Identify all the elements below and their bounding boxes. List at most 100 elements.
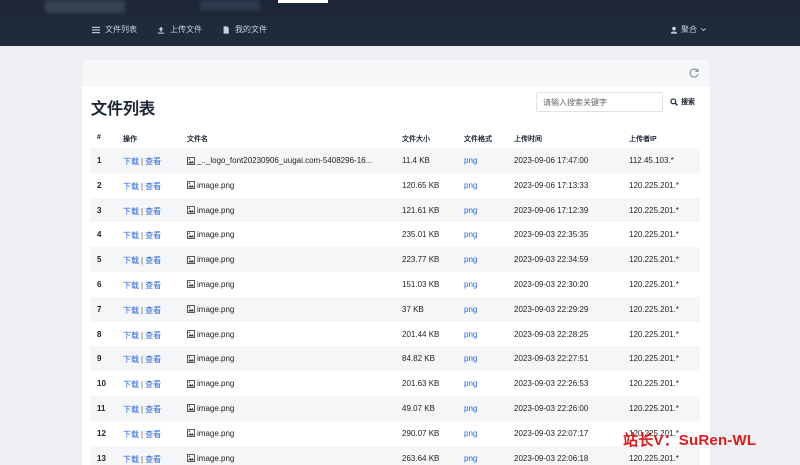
view-link[interactable]: 查看 <box>145 355 161 364</box>
search-input[interactable] <box>536 92 663 112</box>
file-name[interactable]: image.png <box>187 429 234 438</box>
nav-item-label: 文件列表 <box>105 25 137 34</box>
upload-time: 2023-09-06 17:47:00 <box>514 156 589 165</box>
download-link[interactable]: 下载 <box>123 355 139 364</box>
file-name[interactable]: image.png <box>187 330 234 339</box>
uploader-ip: 120.225.201.* <box>629 453 679 463</box>
image-file-icon <box>187 305 195 314</box>
search-icon <box>670 98 678 106</box>
action-separator: | <box>141 404 144 414</box>
view-link[interactable]: 查看 <box>145 256 161 265</box>
table-row: 5 下载 | 查看 image.png 223.77 KB png 2023-09-03 22… <box>90 247 700 272</box>
file-name-text: _.._logo_font20230906_uugai.com-5408296-… <box>197 156 373 165</box>
file-size: 223.77 KB <box>402 255 440 265</box>
table-row: 12 下载 | 查看 image.png 290.07 KB png 2023-09-03 2… <box>90 421 700 446</box>
uploader-ip: 120.225.201.* <box>629 379 679 389</box>
view-link[interactable]: 查看 <box>145 182 161 191</box>
view-link[interactable]: 查看 <box>145 157 161 166</box>
column-header-filename: 文件名 <box>187 136 208 143</box>
file-name[interactable]: image.png <box>187 379 234 388</box>
file-name[interactable]: image.png <box>187 280 234 289</box>
nav-item-my-files[interactable]: 我的文件 <box>222 24 267 35</box>
view-link[interactable]: 查看 <box>145 430 161 439</box>
image-file-icon <box>187 230 195 239</box>
refresh-icon[interactable] <box>688 67 700 79</box>
download-link[interactable]: 下载 <box>123 231 139 240</box>
file-name[interactable]: image.png <box>187 230 234 239</box>
row-number: 13 <box>97 453 106 463</box>
download-link[interactable]: 下载 <box>123 281 139 290</box>
row-actions: 下载 | 查看 <box>123 429 161 440</box>
action-separator: | <box>141 256 144 266</box>
row-number: 6 <box>97 279 102 289</box>
watermark: 站长V：SuRen-WL <box>623 432 757 449</box>
upload-time: 2023-09-03 22:35:35 <box>514 230 589 240</box>
download-link[interactable]: 下载 <box>123 331 139 340</box>
download-link[interactable]: 下载 <box>123 380 139 389</box>
file-size: 201.63 KB <box>402 379 440 389</box>
view-link[interactable]: 查看 <box>145 405 161 414</box>
file-format: png <box>464 156 478 165</box>
file-name[interactable]: image.png <box>187 206 234 215</box>
download-link[interactable]: 下载 <box>123 306 139 315</box>
row-actions: 下载 | 查看 <box>123 454 161 465</box>
image-file-icon <box>187 429 195 438</box>
file-icon <box>223 25 229 34</box>
action-separator: | <box>141 454 144 464</box>
card-header <box>82 60 710 86</box>
upload-time: 2023-09-03 22:07:17 <box>514 428 589 438</box>
file-format: png <box>464 453 478 463</box>
row-number: 1 <box>97 156 102 165</box>
header-accent <box>278 0 328 3</box>
action-separator: | <box>141 380 144 390</box>
table-row: 2 下载 | 查看 image.png 120.65 KB png 2023-09-06 17… <box>90 173 700 198</box>
file-name[interactable]: image.png <box>187 305 234 314</box>
blurred-text <box>200 0 260 10</box>
image-file-icon <box>187 280 195 289</box>
download-link[interactable]: 下载 <box>123 455 139 464</box>
table-header: # 操作 文件名 文件大小 文件格式 上传时间 上传者IP <box>90 128 700 148</box>
main-nav: 文件列表 上传文件 我的文件 聚合 <box>0 16 800 46</box>
nav-item-file-list[interactable]: 文件列表 <box>92 24 137 35</box>
download-link[interactable]: 下载 <box>123 207 139 216</box>
file-name[interactable]: image.png <box>187 181 234 190</box>
file-name[interactable]: _.._logo_font20230906_uugai.com-5408296-… <box>187 156 372 165</box>
view-link[interactable]: 查看 <box>145 331 161 340</box>
file-name[interactable]: image.png <box>187 454 234 463</box>
file-name[interactable]: image.png <box>187 255 234 264</box>
view-link[interactable]: 查看 <box>145 306 161 315</box>
row-actions: 下载 | 查看 <box>123 206 161 217</box>
download-link[interactable]: 下载 <box>123 430 139 439</box>
file-size: 263.64 KB <box>402 453 440 463</box>
file-name-text: image.png <box>197 255 235 265</box>
view-link[interactable]: 查看 <box>145 231 161 240</box>
view-link[interactable]: 查看 <box>145 380 161 389</box>
file-size: 84.82 KB <box>402 354 435 364</box>
action-separator: | <box>141 429 144 439</box>
file-size: 37 KB <box>402 304 424 314</box>
upload-time: 2023-09-03 22:26:53 <box>514 379 589 389</box>
uploader-ip: 120.225.201.* <box>629 403 679 413</box>
list-icon <box>92 26 100 33</box>
view-link[interactable]: 查看 <box>145 281 161 290</box>
row-actions: 下载 | 查看 <box>123 230 161 241</box>
file-name[interactable]: image.png <box>187 354 234 363</box>
download-link[interactable]: 下载 <box>123 405 139 414</box>
file-size: 151.03 KB <box>402 279 440 289</box>
search-button[interactable]: 搜索 <box>670 97 695 107</box>
view-link[interactable]: 查看 <box>145 455 161 464</box>
upload-icon <box>157 26 165 34</box>
download-link[interactable]: 下载 <box>123 182 139 191</box>
nav-item-upload[interactable]: 上传文件 <box>157 24 202 35</box>
file-list-card: 文件列表 搜索 # 操作 文件名 文件大小 文件格式 上传时间 上传者IP 1 下… <box>82 60 710 465</box>
download-link[interactable]: 下载 <box>123 157 139 166</box>
table-row: 6 下载 | 查看 image.png 151.03 KB png 2023-09-03 22… <box>90 272 700 297</box>
file-name[interactable]: image.png <box>187 404 234 413</box>
upload-time: 2023-09-03 22:34:59 <box>514 255 589 265</box>
upload-time: 2023-09-03 22:29:29 <box>514 304 589 314</box>
download-link[interactable]: 下载 <box>123 256 139 265</box>
view-link[interactable]: 查看 <box>145 207 161 216</box>
image-file-icon <box>187 354 195 363</box>
user-menu[interactable]: 聚合 <box>670 24 707 35</box>
uploader-ip: 120.225.201.* <box>629 255 679 265</box>
